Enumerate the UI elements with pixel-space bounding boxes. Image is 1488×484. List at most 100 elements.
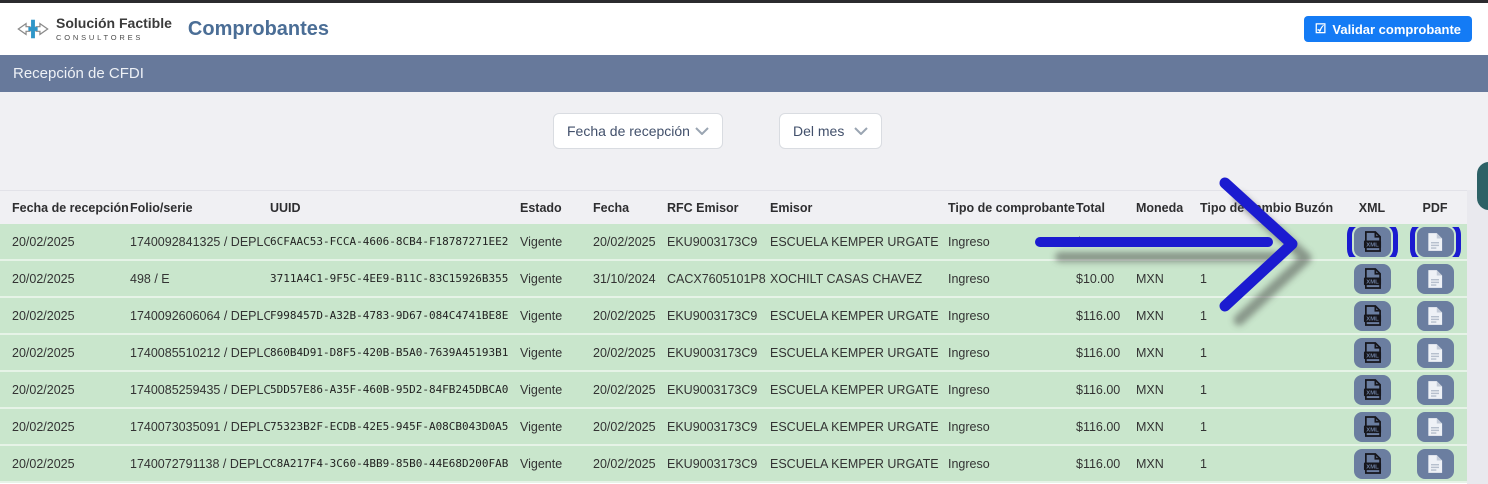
cell-estado: Vigente bbox=[520, 309, 593, 323]
pdf-file-icon bbox=[1427, 232, 1443, 252]
cell-rfc-emisor: EKU9003173C9 bbox=[667, 383, 770, 397]
cell-tipo-cambio: 1 bbox=[1200, 346, 1295, 360]
cell-uuid: 3711A4C1-9F5C-4EE9-B11C-83C15926B355 bbox=[270, 272, 520, 285]
svg-text:XML: XML bbox=[1366, 465, 1379, 471]
logo-subtitle: CONSULTORES bbox=[56, 33, 172, 42]
table-row: 20/02/2025 1740073035091 / DEPLOY 75323B… bbox=[0, 409, 1467, 446]
column-header-tipo-cambio: Tipo de cambio bbox=[1200, 201, 1295, 215]
xml-button[interactable]: XML bbox=[1354, 338, 1391, 368]
svg-text:XML: XML bbox=[1366, 317, 1379, 323]
cell-emisor: ESCUELA KEMPER URGATE bbox=[770, 457, 948, 471]
cell-estado: Vigente bbox=[520, 457, 593, 471]
svg-text:XML: XML bbox=[1366, 428, 1379, 434]
cell-total: $116.00 bbox=[1076, 346, 1136, 360]
cell-emisor: ESCUELA KEMPER URGATE bbox=[770, 309, 948, 323]
period-dropdown[interactable]: Del mes bbox=[779, 113, 882, 149]
cell-tipo-cambio: 1 bbox=[1200, 457, 1295, 471]
column-header-buzon: Buzón bbox=[1295, 201, 1341, 215]
cell-total: $10.00 bbox=[1076, 272, 1136, 286]
date-field-dropdown[interactable]: Fecha de recepción bbox=[553, 113, 723, 149]
cell-tipo-comprobante: Ingreso bbox=[948, 457, 1076, 471]
table-row: 20/02/2025 1740072791138 / DEPLOY C8A217… bbox=[0, 446, 1467, 483]
cell-xml: XML bbox=[1341, 412, 1403, 442]
logo-arrows-icon bbox=[16, 15, 50, 43]
pdf-button[interactable] bbox=[1417, 449, 1454, 479]
cell-uuid: 75323B2F-ECDB-42E5-945F-A08CB043D0A5 bbox=[270, 420, 520, 433]
logo-text: Solución Factible CONSULTORES bbox=[56, 16, 172, 41]
cell-uuid: 5DD57E86-A35F-460B-95D2-84FB245DBCA0 bbox=[270, 383, 520, 396]
cell-fecha-recepcion: 20/02/2025 bbox=[12, 383, 130, 397]
table-body: 20/02/2025 1740092841325 / DEPLOY 6CFAAC… bbox=[0, 224, 1467, 483]
cell-tipo-cambio: 1 bbox=[1200, 383, 1295, 397]
cell-tipo-comprobante: Ingreso bbox=[948, 272, 1076, 286]
cell-estado: Vigente bbox=[520, 346, 593, 360]
xml-file-icon: XML bbox=[1363, 453, 1382, 474]
xml-button[interactable]: XML bbox=[1354, 227, 1391, 257]
cell-tipo-comprobante: Ingreso bbox=[948, 235, 1076, 249]
cell-estado: Vigente bbox=[520, 420, 593, 434]
xml-button[interactable]: XML bbox=[1354, 449, 1391, 479]
cell-emisor: ESCUELA KEMPER URGATE bbox=[770, 420, 948, 434]
column-header-estado: Estado bbox=[520, 201, 593, 215]
cell-rfc-emisor: EKU9003173C9 bbox=[667, 346, 770, 360]
cell-rfc-emisor: EKU9003173C9 bbox=[667, 235, 770, 249]
svg-text:XML: XML bbox=[1366, 280, 1379, 286]
pdf-file-icon bbox=[1427, 417, 1443, 437]
cell-rfc-emisor: EKU9003173C9 bbox=[667, 309, 770, 323]
pdf-button[interactable] bbox=[1417, 338, 1454, 368]
column-header-fecha-recepcion: Fecha de recepción bbox=[12, 201, 130, 215]
logo-name: Solución Factible bbox=[56, 16, 172, 31]
column-header-folio-serie: Folio/serie bbox=[130, 201, 270, 215]
chevron-down-icon bbox=[854, 127, 868, 135]
table-row: 20/02/2025 1740092606064 / DEPLOY F99845… bbox=[0, 298, 1467, 335]
cell-moneda: MXN bbox=[1136, 272, 1200, 286]
cell-folio-serie: 1740085510212 / DEPLOY bbox=[130, 346, 270, 360]
cell-pdf bbox=[1403, 449, 1467, 479]
cell-xml: XML bbox=[1341, 449, 1403, 479]
cell-total: $116.00 bbox=[1076, 235, 1136, 249]
cell-moneda: MXN bbox=[1136, 457, 1200, 471]
column-header-moneda: Moneda bbox=[1136, 201, 1200, 215]
cell-folio-serie: 1740085259435 / DEPLOY bbox=[130, 383, 270, 397]
xml-file-icon: XML bbox=[1363, 416, 1382, 437]
right-gutter bbox=[1467, 190, 1488, 484]
cell-moneda: MXN bbox=[1136, 346, 1200, 360]
pdf-button[interactable] bbox=[1417, 412, 1454, 442]
cell-xml: XML bbox=[1341, 338, 1403, 368]
cell-fecha-recepcion: 20/02/2025 bbox=[12, 309, 130, 323]
xml-file-icon: XML bbox=[1363, 379, 1382, 400]
xml-button[interactable]: XML bbox=[1354, 264, 1391, 294]
validate-comprobante-button[interactable]: ☑ Validar comprobante bbox=[1304, 16, 1472, 42]
cell-fecha-recepcion: 20/02/2025 bbox=[12, 420, 130, 434]
table-row: 20/02/2025 1740085259435 / DEPLOY 5DD57E… bbox=[0, 372, 1467, 409]
cell-fecha: 20/02/2025 bbox=[593, 383, 667, 397]
cell-tipo-comprobante: Ingreso bbox=[948, 309, 1076, 323]
cell-moneda: MXN bbox=[1136, 309, 1200, 323]
cell-uuid: 6CFAAC53-FCCA-4606-8CB4-F18787271EE2 bbox=[270, 235, 520, 248]
cell-fecha: 31/10/2024 bbox=[593, 272, 667, 286]
cell-uuid: F998457D-A32B-4783-9D67-084C4741BE8E bbox=[270, 309, 520, 322]
cell-xml: XML bbox=[1341, 227, 1403, 257]
cell-folio-serie: 1740092841325 / DEPLOY bbox=[130, 235, 270, 249]
xml-button[interactable]: XML bbox=[1354, 412, 1391, 442]
cell-emisor: ESCUELA KEMPER URGATE bbox=[770, 235, 948, 249]
side-panel-tab[interactable] bbox=[1477, 162, 1488, 210]
cell-tipo-comprobante: Ingreso bbox=[948, 346, 1076, 360]
pdf-button[interactable] bbox=[1417, 375, 1454, 405]
pdf-button[interactable] bbox=[1417, 227, 1454, 257]
cell-uuid: 860B4D91-D8F5-420B-B5A0-7639A45193B1 bbox=[270, 346, 520, 359]
cell-tipo-cambio: 1 bbox=[1200, 272, 1295, 286]
xml-button[interactable]: XML bbox=[1354, 375, 1391, 405]
column-header-total: Total bbox=[1076, 201, 1136, 215]
cell-tipo-comprobante: Ingreso bbox=[948, 383, 1076, 397]
pdf-button[interactable] bbox=[1417, 301, 1454, 331]
cell-pdf bbox=[1403, 264, 1467, 294]
cell-fecha-recepcion: 20/02/2025 bbox=[12, 235, 130, 249]
cell-estado: Vigente bbox=[520, 272, 593, 286]
column-header-emisor: Emisor bbox=[770, 201, 948, 215]
cell-emisor: XOCHILT CASAS CHAVEZ bbox=[770, 272, 948, 286]
pdf-button[interactable] bbox=[1417, 264, 1454, 294]
period-dropdown-value: Del mes bbox=[793, 123, 844, 139]
xml-button[interactable]: XML bbox=[1354, 301, 1391, 331]
column-header-xml: XML bbox=[1341, 201, 1403, 215]
